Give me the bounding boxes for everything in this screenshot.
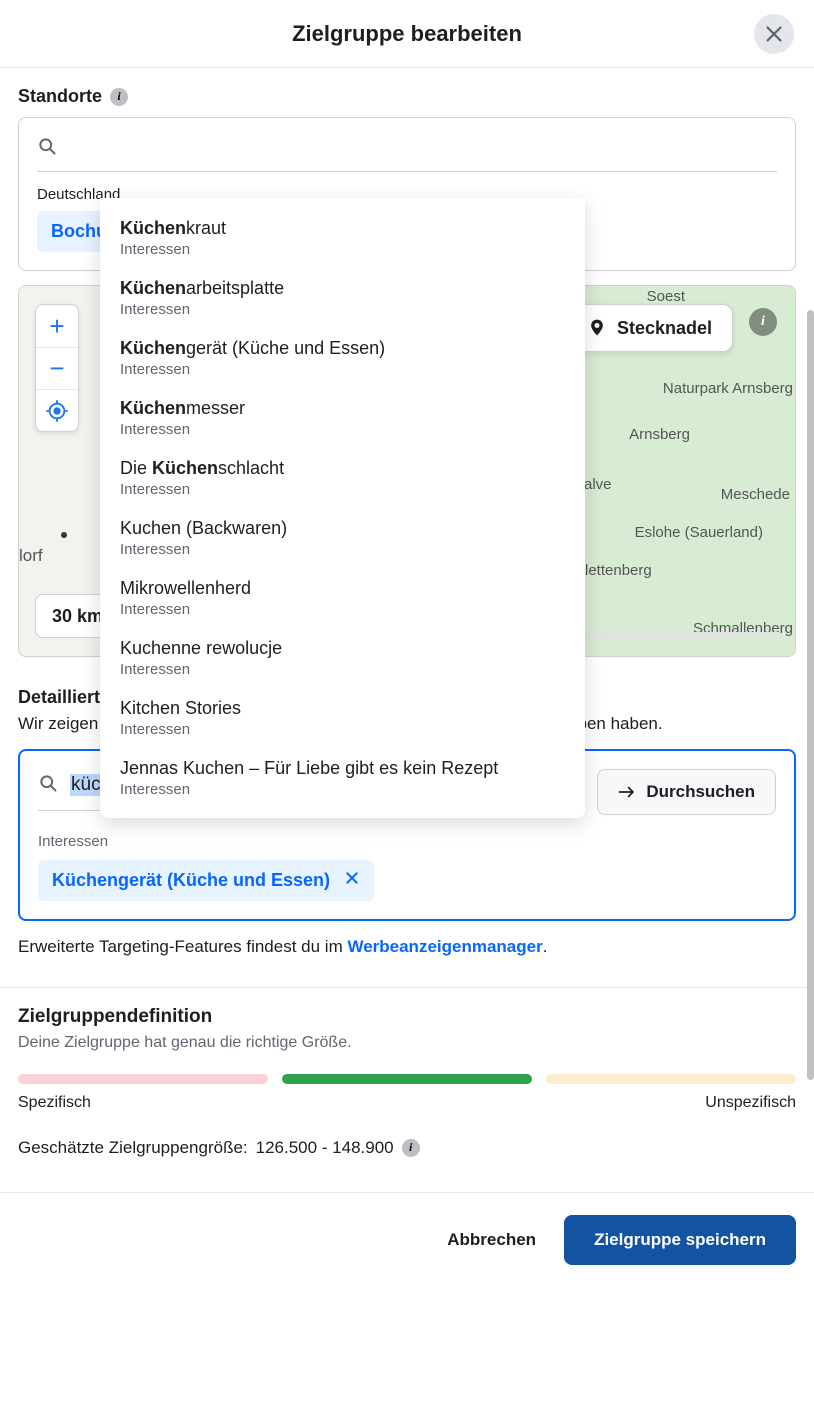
modal-title: Zielgruppe bearbeiten bbox=[292, 21, 522, 47]
suggestion-category: Interessen bbox=[120, 361, 565, 378]
map-city-dot bbox=[61, 532, 67, 538]
suggestion-category: Interessen bbox=[120, 661, 565, 678]
map-place-label: Arnsberg bbox=[629, 426, 690, 443]
est-value: 126.500 - 148.900 bbox=[256, 1138, 394, 1158]
suggestion-title: Küchenmesser bbox=[120, 398, 565, 419]
pin-icon bbox=[587, 318, 607, 338]
suggestion-item[interactable]: Kuchen (Backwaren) Interessen bbox=[100, 508, 585, 568]
radius-label: 30 km bbox=[52, 606, 103, 627]
map-info-icon[interactable]: i bbox=[749, 308, 777, 336]
map-place-label: Soest bbox=[647, 288, 685, 305]
locations-label-text: Standorte bbox=[18, 86, 102, 107]
locations-section-label: Standorte i bbox=[18, 86, 796, 107]
locate-button[interactable] bbox=[36, 389, 78, 431]
suggestion-title: Kuchen (Backwaren) bbox=[120, 518, 565, 539]
audience-meter-broad bbox=[546, 1074, 796, 1084]
ext-suffix: . bbox=[543, 937, 548, 956]
drop-pin-label: Stecknadel bbox=[617, 318, 712, 339]
extended-targeting-text: Erweiterte Targeting-Features findest du… bbox=[18, 937, 796, 957]
suggestion-title: Mikrowellenherd bbox=[120, 578, 565, 599]
cancel-button[interactable]: Abbrechen bbox=[447, 1230, 536, 1250]
audience-meter-specific bbox=[18, 1074, 268, 1084]
suggestion-title: Die Küchenschlacht bbox=[120, 458, 565, 479]
remove-interest-button[interactable] bbox=[344, 870, 360, 891]
audience-title: Zielgruppendefinition bbox=[18, 1006, 796, 1028]
audience-subtitle: Deine Zielgruppe hat genau die richtige … bbox=[18, 1034, 796, 1052]
zoom-in-button[interactable]: + bbox=[36, 305, 78, 347]
audience-meter bbox=[18, 1074, 796, 1084]
suggestion-title: Jennas Kuchen – Für Liebe gibt es kein R… bbox=[120, 758, 565, 779]
modal-footer: Abbrechen Zielgruppe speichern bbox=[0, 1193, 814, 1287]
suggestion-category: Interessen bbox=[120, 301, 565, 318]
meter-label-specific: Spezifisch bbox=[18, 1094, 91, 1112]
map-zoom-controls: + − bbox=[35, 304, 79, 432]
suggestion-category: Interessen bbox=[120, 601, 565, 618]
suggestion-item[interactable]: Küchenarbeitsplatte Interessen bbox=[100, 268, 585, 328]
suggestion-item[interactable]: Kitchen Stories Interessen bbox=[100, 688, 585, 748]
locate-icon bbox=[46, 400, 68, 422]
browse-button[interactable]: Durchsuchen bbox=[597, 769, 776, 815]
audience-meter-optimal bbox=[282, 1074, 532, 1084]
suggestion-item[interactable]: Jennas Kuchen – Für Liebe gibt es kein R… bbox=[100, 748, 585, 808]
suggestion-category: Interessen bbox=[120, 481, 565, 498]
browse-label: Durchsuchen bbox=[646, 782, 755, 802]
meter-label-unspecific: Unspezifisch bbox=[705, 1094, 796, 1112]
close-icon bbox=[763, 23, 785, 45]
search-icon bbox=[38, 773, 58, 798]
suggestion-item[interactable]: Küchengerät (Küche und Essen) Interessen bbox=[100, 328, 585, 388]
map-place-label: Eslohe (Sauerland) bbox=[635, 524, 763, 541]
interests-category-label: Interessen bbox=[38, 833, 776, 850]
suggestion-category: Interessen bbox=[120, 541, 565, 558]
drop-pin-button[interactable]: Stecknadel bbox=[566, 304, 733, 352]
suggestion-category: Interessen bbox=[120, 721, 565, 738]
ext-prefix: Erweiterte Targeting-Features findest du… bbox=[18, 937, 347, 956]
suggestion-title: Küchenkraut bbox=[120, 218, 565, 239]
suggestion-item[interactable]: Küchenmesser Interessen bbox=[100, 388, 585, 448]
est-prefix: Geschätzte Zielgruppengröße: bbox=[18, 1138, 248, 1158]
search-icon bbox=[37, 136, 57, 161]
map-place-label: lorf bbox=[19, 546, 43, 566]
suggestion-item[interactable]: Kuchenne rewolucje Interessen bbox=[100, 628, 585, 688]
suggestion-title: Kuchenne rewolucje bbox=[120, 638, 565, 659]
map-place-label: Plettenberg bbox=[575, 562, 652, 579]
modal-header: Zielgruppe bearbeiten bbox=[0, 0, 814, 68]
estimated-size-row: Geschätzte Zielgruppengröße: 126.500 - 1… bbox=[18, 1138, 796, 1158]
suggestion-item[interactable]: Küchenkraut Interessen bbox=[100, 208, 585, 268]
info-icon[interactable]: i bbox=[110, 88, 128, 106]
map-place-label: Meschede bbox=[721, 486, 790, 503]
suggestion-category: Interessen bbox=[120, 421, 565, 438]
interest-suggestions-dropdown: KüchenkrautInteressenKüchenarbeitsplatte… bbox=[100, 198, 585, 818]
info-icon[interactable]: i bbox=[402, 1139, 420, 1157]
suggestion-category: Interessen bbox=[120, 781, 565, 798]
close-button[interactable] bbox=[754, 14, 794, 54]
suggestion-category: Interessen bbox=[120, 241, 565, 258]
ads-manager-link[interactable]: Werbeanzeigenmanager bbox=[347, 937, 542, 956]
save-audience-button[interactable]: Zielgruppe speichern bbox=[564, 1215, 796, 1265]
suggestion-item[interactable]: Die Küchenschlacht Interessen bbox=[100, 448, 585, 508]
suggestion-item[interactable]: Mikrowellenherd Interessen bbox=[100, 568, 585, 628]
arrow-right-icon bbox=[618, 785, 636, 799]
audience-definition-section: Zielgruppendefinition Deine Zielgruppe h… bbox=[0, 988, 814, 1176]
zoom-out-button[interactable]: − bbox=[36, 347, 78, 389]
location-search-row bbox=[37, 136, 777, 172]
suggestion-title: Küchenarbeitsplatte bbox=[120, 278, 565, 299]
selected-interest-chip[interactable]: Küchengerät (Küche und Essen) bbox=[38, 860, 374, 901]
selected-interest-label: Küchengerät (Küche und Essen) bbox=[52, 870, 330, 891]
suggestion-title: Küchengerät (Küche und Essen) bbox=[120, 338, 565, 359]
suggestion-title: Kitchen Stories bbox=[120, 698, 565, 719]
map-place-label: Naturpark Arnsberg bbox=[663, 380, 793, 397]
